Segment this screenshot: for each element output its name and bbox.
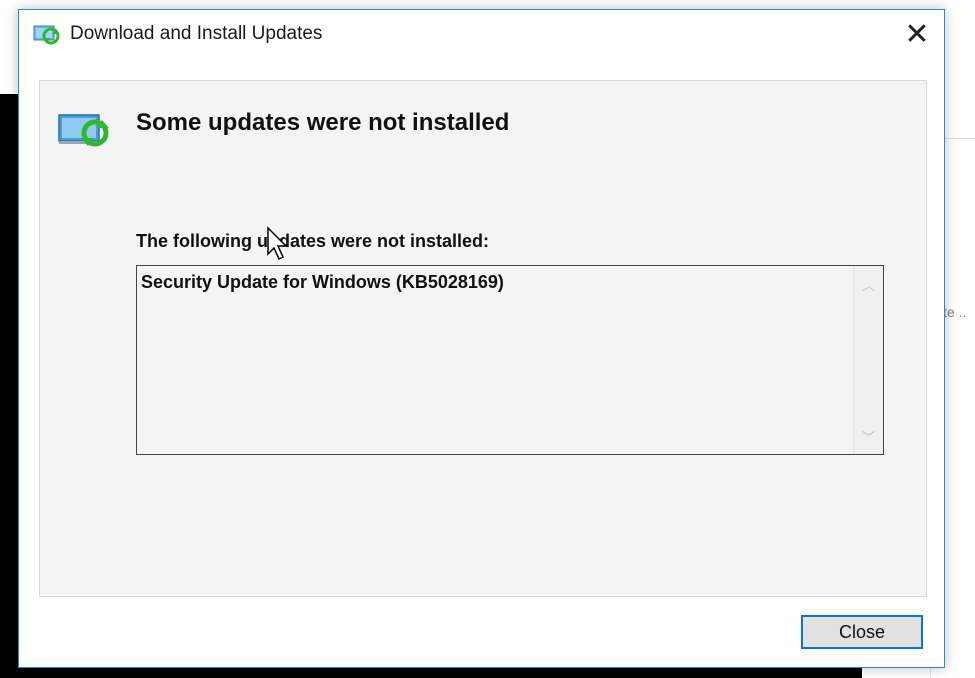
title-bar[interactable]: Download and Install Updates ✕ bbox=[19, 10, 944, 60]
chevron-up-icon[interactable]: ︿ bbox=[854, 268, 883, 300]
dialog-title: Download and Install Updates bbox=[70, 23, 323, 44]
close-icon[interactable]: ✕ bbox=[890, 10, 944, 58]
scrollbar[interactable]: ︿ ﹀ bbox=[853, 266, 883, 454]
list-item[interactable]: Security Update for Windows (KB5028169) bbox=[141, 272, 504, 293]
windows-update-icon bbox=[58, 114, 109, 147]
chevron-down-icon[interactable]: ﹀ bbox=[854, 420, 883, 452]
content-panel: Some updates were not installed The foll… bbox=[39, 80, 927, 597]
update-dialog: Download and Install Updates ✕ Some upda… bbox=[18, 9, 945, 668]
close-button[interactable]: Close bbox=[801, 615, 923, 649]
status-heading: Some updates were not installed bbox=[136, 109, 510, 136]
failed-updates-list[interactable]: Security Update for Windows (KB5028169) … bbox=[136, 265, 884, 455]
background-text: te .. bbox=[943, 304, 967, 320]
windows-update-icon bbox=[33, 25, 60, 45]
failed-list-label: The following updates were not installed… bbox=[136, 231, 490, 251]
mouse-cursor-icon bbox=[267, 226, 288, 261]
